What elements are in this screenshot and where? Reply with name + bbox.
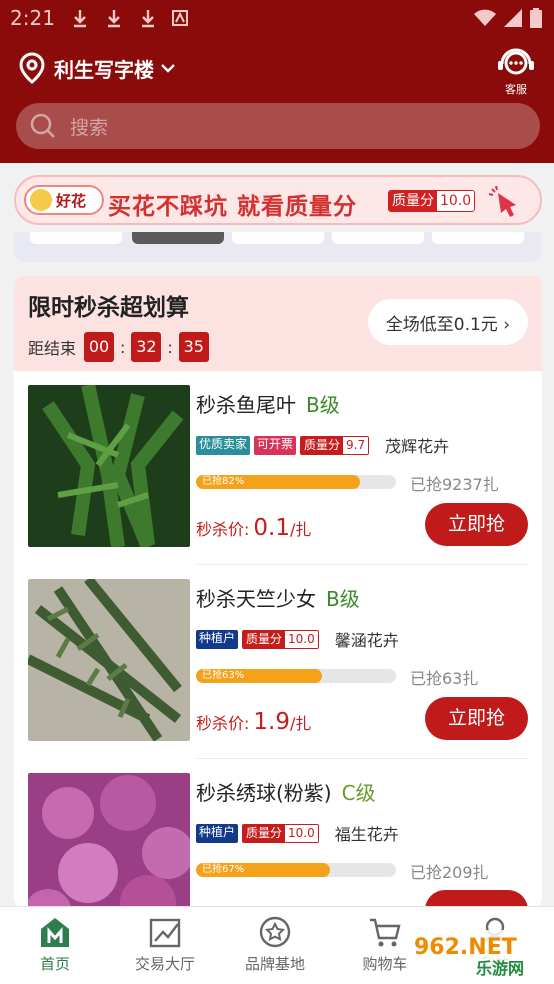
pointing-hand-icon [488,185,516,217]
category-card[interactable] [232,232,324,244]
location-pin-icon [19,52,45,84]
chart-trend-icon [149,918,181,948]
flash-item[interactable]: 秒杀鱼尾叶 B级 优质卖家 可开票 质量分 9.7 茂辉花卉 已抢82% 已抢923… [14,371,542,565]
progress-fill: 已抢67% [196,863,330,877]
headset-icon [498,48,534,75]
tag-grower: 种植户 [196,823,239,843]
app-notification-icon [172,10,188,26]
buy-now-button[interactable]: 立即抢 [425,503,528,546]
header: 2:21 利生写字楼 客服 搜索 [0,0,554,163]
flash-item[interactable]: 秒杀天竺少女 B级 种植户 质量分 10.0 馨涵花卉 已抢63% 已抢63扎 秒杀… [14,565,542,759]
tag-grower: 种植户 [196,629,239,649]
svg-text:乐游网: 乐游网 [476,959,524,978]
tab-brand-base[interactable]: 品牌基地 [220,915,330,974]
tag-invoice: 可开票 [254,435,297,455]
product-grade: B级 [306,393,340,417]
flash-sale-title: 限时秒杀超划算 [28,295,189,321]
tab-trading-hall[interactable]: 交易大厅 [110,915,220,974]
category-card[interactable] [432,232,524,244]
home-icon [41,918,69,947]
sold-count: 已抢9237扎 [410,475,499,494]
quality-score-tag: 质量分 9.7 [300,435,370,455]
category-strip [14,232,542,262]
countdown-separator: : [120,337,126,357]
location-selector[interactable]: 利生写字楼 [18,52,176,84]
download-icon [108,10,120,28]
flash-price: 秒杀价: 0.1/扎 [196,515,312,541]
product-title: 秒杀绣球(粉紫) C级 [196,781,376,805]
farm-name: 馨涵花卉 [334,631,399,650]
quality-value: 10.0 [437,191,475,211]
flash-item[interactable]: 秒杀绣球(粉紫) C级 种植户 质量分 10.0 福生花卉 已抢67% 已抢209扎 [14,759,542,908]
product-title: 秒杀鱼尾叶 B级 [196,393,340,417]
product-image-hydrangea[interactable] [28,773,190,908]
star-badge-icon [259,916,291,948]
customer-service-label: 客服 [505,83,527,96]
status-time: 2:21 [10,6,55,30]
progress-bar: 已抢82% [196,475,396,489]
quality-banner[interactable]: 好花 买花不踩坑 就看质量分 质量分 10.0 [14,175,542,225]
download-icon [142,10,154,28]
brand-pill: 好花 [24,185,104,215]
customer-service-button[interactable]: 客服 [494,46,538,97]
countdown-label: 距结束 [28,339,77,358]
progress-fill: 已抢63% [196,669,322,683]
countdown-seconds: 35 [178,332,209,362]
tab-home[interactable]: 首页 [0,915,110,974]
product-tags: 种植户 质量分 10.0 馨涵花卉 [196,627,399,651]
buy-now-button[interactable]: 立即抢 [425,697,528,740]
sold-count: 已抢209扎 [410,863,489,882]
countdown: 距结束 00 : 32 : 35 [28,332,211,362]
progress-fill: 已抢82% [196,475,360,489]
product-title: 秒杀天竺少女 B级 [196,587,360,611]
quality-score-tag: 质量分 10.0 [242,823,319,843]
category-card[interactable] [132,232,224,244]
countdown-minutes: 32 [131,332,162,362]
farm-name: 福生花卉 [334,825,399,844]
quality-score-badge: 质量分 10.0 [388,190,476,212]
location-name: 利生写字楼 [54,57,154,82]
search-placeholder: 搜索 [70,116,109,139]
product-tags: 种植户 质量分 10.0 福生花卉 [196,821,399,845]
category-card[interactable] [30,232,122,244]
progress-bar: 已抢67% [196,863,396,877]
countdown-separator: : [167,337,173,357]
flash-price: 秒杀价: 1.9/扎 [196,709,312,735]
progress-bar: 已抢63% [196,669,396,683]
product-grade: C级 [341,781,376,805]
product-tags: 优质卖家 可开票 质量分 9.7 茂辉花卉 [196,433,449,457]
category-card[interactable] [332,232,424,244]
farm-name: 茂辉花卉 [385,437,450,456]
svg-text:962.NET: 962.NET [414,935,517,960]
quality-score-tag: 质量分 10.0 [242,629,319,649]
wifi-icon [474,9,496,26]
cart-icon [370,918,401,947]
smiley-star-icon [30,189,52,211]
search-icon [30,113,55,138]
all-low-price-button[interactable]: 全场低至0.1元 › [367,299,528,345]
flash-sale-section: 限时秒杀超划算 距结束 00 : 32 : 35 全场低至0.1元 › 秒杀鱼尾… [14,276,542,908]
quality-label: 质量分 [389,191,437,211]
tab-label: 首页 [39,955,70,973]
tab-label: 交易大厅 [134,955,195,973]
countdown-hours: 00 [84,332,115,362]
sold-count: 已抢63扎 [410,669,479,688]
banner-slogan: 买花不踩坑 就看质量分 [108,194,358,220]
product-grade: B级 [326,587,360,611]
product-image-fishtail[interactable] [28,385,190,547]
battery-icon [530,8,542,28]
download-icon [74,10,86,28]
flash-sale-header: 限时秒杀超划算 距结束 00 : 32 : 35 全场低至0.1元 › [14,276,542,371]
search-input[interactable]: 搜索 [16,103,540,149]
chevron-down-icon [161,64,175,73]
brand-name: 好花 [56,191,87,210]
status-bar: 2:21 [0,0,554,38]
tag-quality-seller: 优质卖家 [196,435,251,455]
signal-icon [504,9,522,27]
watermark-logo: 962.NET 乐游网 [406,930,548,978]
product-image-cypress[interactable] [28,579,190,741]
tab-label: 购物车 [362,955,408,973]
tab-label: 品牌基地 [244,955,305,973]
